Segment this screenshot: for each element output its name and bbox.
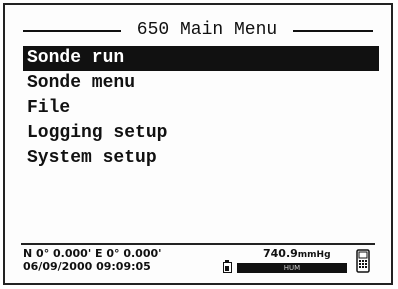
device-frame: 650 Main Menu Sonde run Sonde menu File … [3,3,393,285]
battery-icon [223,260,232,273]
level-bar: HUM [237,263,347,273]
menu-item-system-setup[interactable]: System setup [23,146,379,171]
handheld-device-icon [356,249,370,273]
pressure-unit: mmHg [297,250,331,260]
menu-item-sonde-run[interactable]: Sonde run [23,46,379,71]
barometric-pressure: 740.9mmHg [263,247,331,262]
pressure-value: 740.9 [263,247,298,260]
status-divider [21,243,375,245]
page-title: 650 Main Menu [136,20,278,40]
title-rule-right [293,30,373,32]
menu-item-sonde-menu[interactable]: Sonde menu [23,71,379,96]
date-time: 06/09/2000 09:09:05 [23,260,151,273]
status-bar: N 0° 0.000' E 0° 0.000' 06/09/2000 09:09… [15,243,379,277]
title-bar: 650 Main Menu [15,19,379,41]
main-menu: Sonde run Sonde menu File Logging setup … [23,46,379,171]
lcd-screen: 650 Main Menu Sonde run Sonde menu File … [15,11,379,277]
title-rule-left [23,30,121,32]
level-bar-label: HUM [283,264,301,272]
menu-item-logging-setup[interactable]: Logging setup [23,121,379,146]
menu-item-file[interactable]: File [23,96,379,121]
gps-coordinates: N 0° 0.000' E 0° 0.000' [23,247,162,260]
